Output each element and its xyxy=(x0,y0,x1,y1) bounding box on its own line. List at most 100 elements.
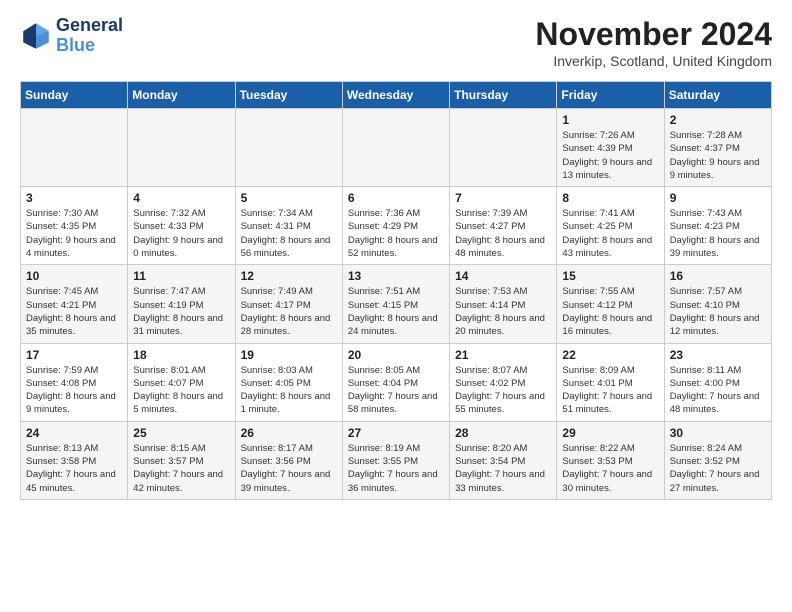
day-number: 21 xyxy=(455,348,551,362)
day-info: Sunrise: 7:36 AM Sunset: 4:29 PM Dayligh… xyxy=(348,207,444,260)
day-info: Sunrise: 7:30 AM Sunset: 4:35 PM Dayligh… xyxy=(26,207,122,260)
day-info: Sunrise: 7:32 AM Sunset: 4:33 PM Dayligh… xyxy=(133,207,229,260)
day-number: 11 xyxy=(133,269,229,283)
header-friday: Friday xyxy=(557,82,664,109)
title-block: November 2024 Inverkip, Scotland, United… xyxy=(535,16,772,69)
header-tuesday: Tuesday xyxy=(235,82,342,109)
day-info: Sunrise: 7:39 AM Sunset: 4:27 PM Dayligh… xyxy=(455,207,551,260)
day-info: Sunrise: 8:03 AM Sunset: 4:05 PM Dayligh… xyxy=(241,364,337,417)
day-number: 14 xyxy=(455,269,551,283)
day-number: 8 xyxy=(562,191,658,205)
day-number: 20 xyxy=(348,348,444,362)
day-cell: 17 Sunrise: 7:59 AM Sunset: 4:08 PM Dayli… xyxy=(21,343,128,421)
header-row-days: SundayMondayTuesdayWednesdayThursdayFrid… xyxy=(21,82,772,109)
header-wednesday: Wednesday xyxy=(342,82,449,109)
logo-icon xyxy=(20,20,52,52)
day-cell: 5Sunrise: 7:34 AM Sunset: 4:31 PM Daylig… xyxy=(235,187,342,265)
header-thursday: Thursday xyxy=(450,82,557,109)
day-info: Sunrise: 8:05 AM Sunset: 4:04 PM Dayligh… xyxy=(348,364,444,417)
day-number: 12 xyxy=(241,269,337,283)
week-row-1: 3Sunrise: 7:30 AM Sunset: 4:35 PM Daylig… xyxy=(21,187,772,265)
day-info: Sunrise: 7:28 AM Sunset: 4:37 PM Dayligh… xyxy=(670,129,766,182)
day-cell: 9 Sunrise: 7:43 AM Sunset: 4:23 PM Daylig… xyxy=(664,187,771,265)
day-number: 19 xyxy=(241,348,337,362)
day-info: Sunrise: 8:17 AM Sunset: 3:56 PM Dayligh… xyxy=(241,442,337,495)
day-number: 9 xyxy=(670,191,766,205)
day-cell: 30Sunrise: 8:24 AM Sunset: 3:52 PM Dayli… xyxy=(664,421,771,499)
day-info: Sunrise: 8:20 AM Sunset: 3:54 PM Dayligh… xyxy=(455,442,551,495)
day-cell xyxy=(342,109,449,187)
day-cell xyxy=(235,109,342,187)
day-info: Sunrise: 7:49 AM Sunset: 4:17 PM Dayligh… xyxy=(241,285,337,338)
week-row-2: 10Sunrise: 7:45 AM Sunset: 4:21 PM Dayli… xyxy=(21,265,772,343)
day-cell xyxy=(128,109,235,187)
day-info: Sunrise: 7:59 AM Sunset: 4:08 PM Dayligh… xyxy=(26,364,122,417)
day-cell: 2 Sunrise: 7:28 AM Sunset: 4:37 PM Daylig… xyxy=(664,109,771,187)
calendar-table: SundayMondayTuesdayWednesdayThursdayFrid… xyxy=(20,81,772,500)
day-cell: 24Sunrise: 8:13 AM Sunset: 3:58 PM Dayli… xyxy=(21,421,128,499)
day-info: Sunrise: 7:34 AM Sunset: 4:31 PM Dayligh… xyxy=(241,207,337,260)
day-number: 15 xyxy=(562,269,658,283)
week-row-4: 24Sunrise: 8:13 AM Sunset: 3:58 PM Dayli… xyxy=(21,421,772,499)
day-cell: 29 Sunrise: 8:22 AM Sunset: 3:53 PM Dayli… xyxy=(557,421,664,499)
day-info: Sunrise: 7:55 AM Sunset: 4:12 PM Dayligh… xyxy=(562,285,658,338)
day-cell: 10Sunrise: 7:45 AM Sunset: 4:21 PM Dayli… xyxy=(21,265,128,343)
day-info: Sunrise: 8:22 AM Sunset: 3:53 PM Dayligh… xyxy=(562,442,658,495)
day-info: Sunrise: 8:13 AM Sunset: 3:58 PM Dayligh… xyxy=(26,442,122,495)
day-number: 17 xyxy=(26,348,122,362)
day-cell: 14 Sunrise: 7:53 AM Sunset: 4:14 PM Dayli… xyxy=(450,265,557,343)
day-cell xyxy=(21,109,128,187)
day-cell: 28Sunrise: 8:20 AM Sunset: 3:54 PM Dayli… xyxy=(450,421,557,499)
logo-text: General Blue xyxy=(56,16,123,56)
day-number: 23 xyxy=(670,348,766,362)
week-row-0: 1Sunrise: 7:26 AM Sunset: 4:39 PM Daylig… xyxy=(21,109,772,187)
day-cell: 25Sunrise: 8:15 AM Sunset: 3:57 PM Dayli… xyxy=(128,421,235,499)
day-info: Sunrise: 8:15 AM Sunset: 3:57 PM Dayligh… xyxy=(133,442,229,495)
header-monday: Monday xyxy=(128,82,235,109)
header-sunday: Sunday xyxy=(21,82,128,109)
day-cell: 21 Sunrise: 8:07 AM Sunset: 4:02 PM Dayli… xyxy=(450,343,557,421)
day-number: 30 xyxy=(670,426,766,440)
day-cell: 16 Sunrise: 7:57 AM Sunset: 4:10 PM Dayli… xyxy=(664,265,771,343)
header-row: General Blue November 2024 Inverkip, Sco… xyxy=(20,16,772,69)
day-cell: 3Sunrise: 7:30 AM Sunset: 4:35 PM Daylig… xyxy=(21,187,128,265)
day-info: Sunrise: 8:11 AM Sunset: 4:00 PM Dayligh… xyxy=(670,364,766,417)
day-number: 13 xyxy=(348,269,444,283)
day-cell: 18 Sunrise: 8:01 AM Sunset: 4:07 PM Dayli… xyxy=(128,343,235,421)
logo: General Blue xyxy=(20,16,123,56)
day-number: 6 xyxy=(348,191,444,205)
day-cell: 20 Sunrise: 8:05 AM Sunset: 4:04 PM Dayli… xyxy=(342,343,449,421)
day-info: Sunrise: 7:43 AM Sunset: 4:23 PM Dayligh… xyxy=(670,207,766,260)
day-cell xyxy=(450,109,557,187)
day-number: 1 xyxy=(562,113,658,127)
day-number: 2 xyxy=(670,113,766,127)
day-info: Sunrise: 7:41 AM Sunset: 4:25 PM Dayligh… xyxy=(562,207,658,260)
day-cell: 13 Sunrise: 7:51 AM Sunset: 4:15 PM Dayli… xyxy=(342,265,449,343)
day-cell: 22Sunrise: 8:09 AM Sunset: 4:01 PM Dayli… xyxy=(557,343,664,421)
day-number: 22 xyxy=(562,348,658,362)
day-number: 26 xyxy=(241,426,337,440)
day-cell: 15 Sunrise: 7:55 AM Sunset: 4:12 PM Dayli… xyxy=(557,265,664,343)
header-saturday: Saturday xyxy=(664,82,771,109)
day-info: Sunrise: 7:53 AM Sunset: 4:14 PM Dayligh… xyxy=(455,285,551,338)
day-cell: 12 Sunrise: 7:49 AM Sunset: 4:17 PM Dayli… xyxy=(235,265,342,343)
day-info: Sunrise: 8:07 AM Sunset: 4:02 PM Dayligh… xyxy=(455,364,551,417)
day-number: 18 xyxy=(133,348,229,362)
day-info: Sunrise: 7:51 AM Sunset: 4:15 PM Dayligh… xyxy=(348,285,444,338)
day-info: Sunrise: 8:19 AM Sunset: 3:55 PM Dayligh… xyxy=(348,442,444,495)
day-cell: 6 Sunrise: 7:36 AM Sunset: 4:29 PM Daylig… xyxy=(342,187,449,265)
day-info: Sunrise: 7:57 AM Sunset: 4:10 PM Dayligh… xyxy=(670,285,766,338)
location: Inverkip, Scotland, United Kingdom xyxy=(535,53,772,69)
day-number: 29 xyxy=(562,426,658,440)
day-cell: 23 Sunrise: 8:11 AM Sunset: 4:00 PM Dayli… xyxy=(664,343,771,421)
day-info: Sunrise: 7:47 AM Sunset: 4:19 PM Dayligh… xyxy=(133,285,229,338)
day-number: 16 xyxy=(670,269,766,283)
day-cell: 11 Sunrise: 7:47 AM Sunset: 4:19 PM Dayli… xyxy=(128,265,235,343)
day-number: 10 xyxy=(26,269,122,283)
day-cell: 7Sunrise: 7:39 AM Sunset: 4:27 PM Daylig… xyxy=(450,187,557,265)
day-number: 4 xyxy=(133,191,229,205)
week-row-3: 17 Sunrise: 7:59 AM Sunset: 4:08 PM Dayli… xyxy=(21,343,772,421)
month-title: November 2024 xyxy=(535,16,772,53)
day-cell: 26 Sunrise: 8:17 AM Sunset: 3:56 PM Dayli… xyxy=(235,421,342,499)
day-info: Sunrise: 8:01 AM Sunset: 4:07 PM Dayligh… xyxy=(133,364,229,417)
